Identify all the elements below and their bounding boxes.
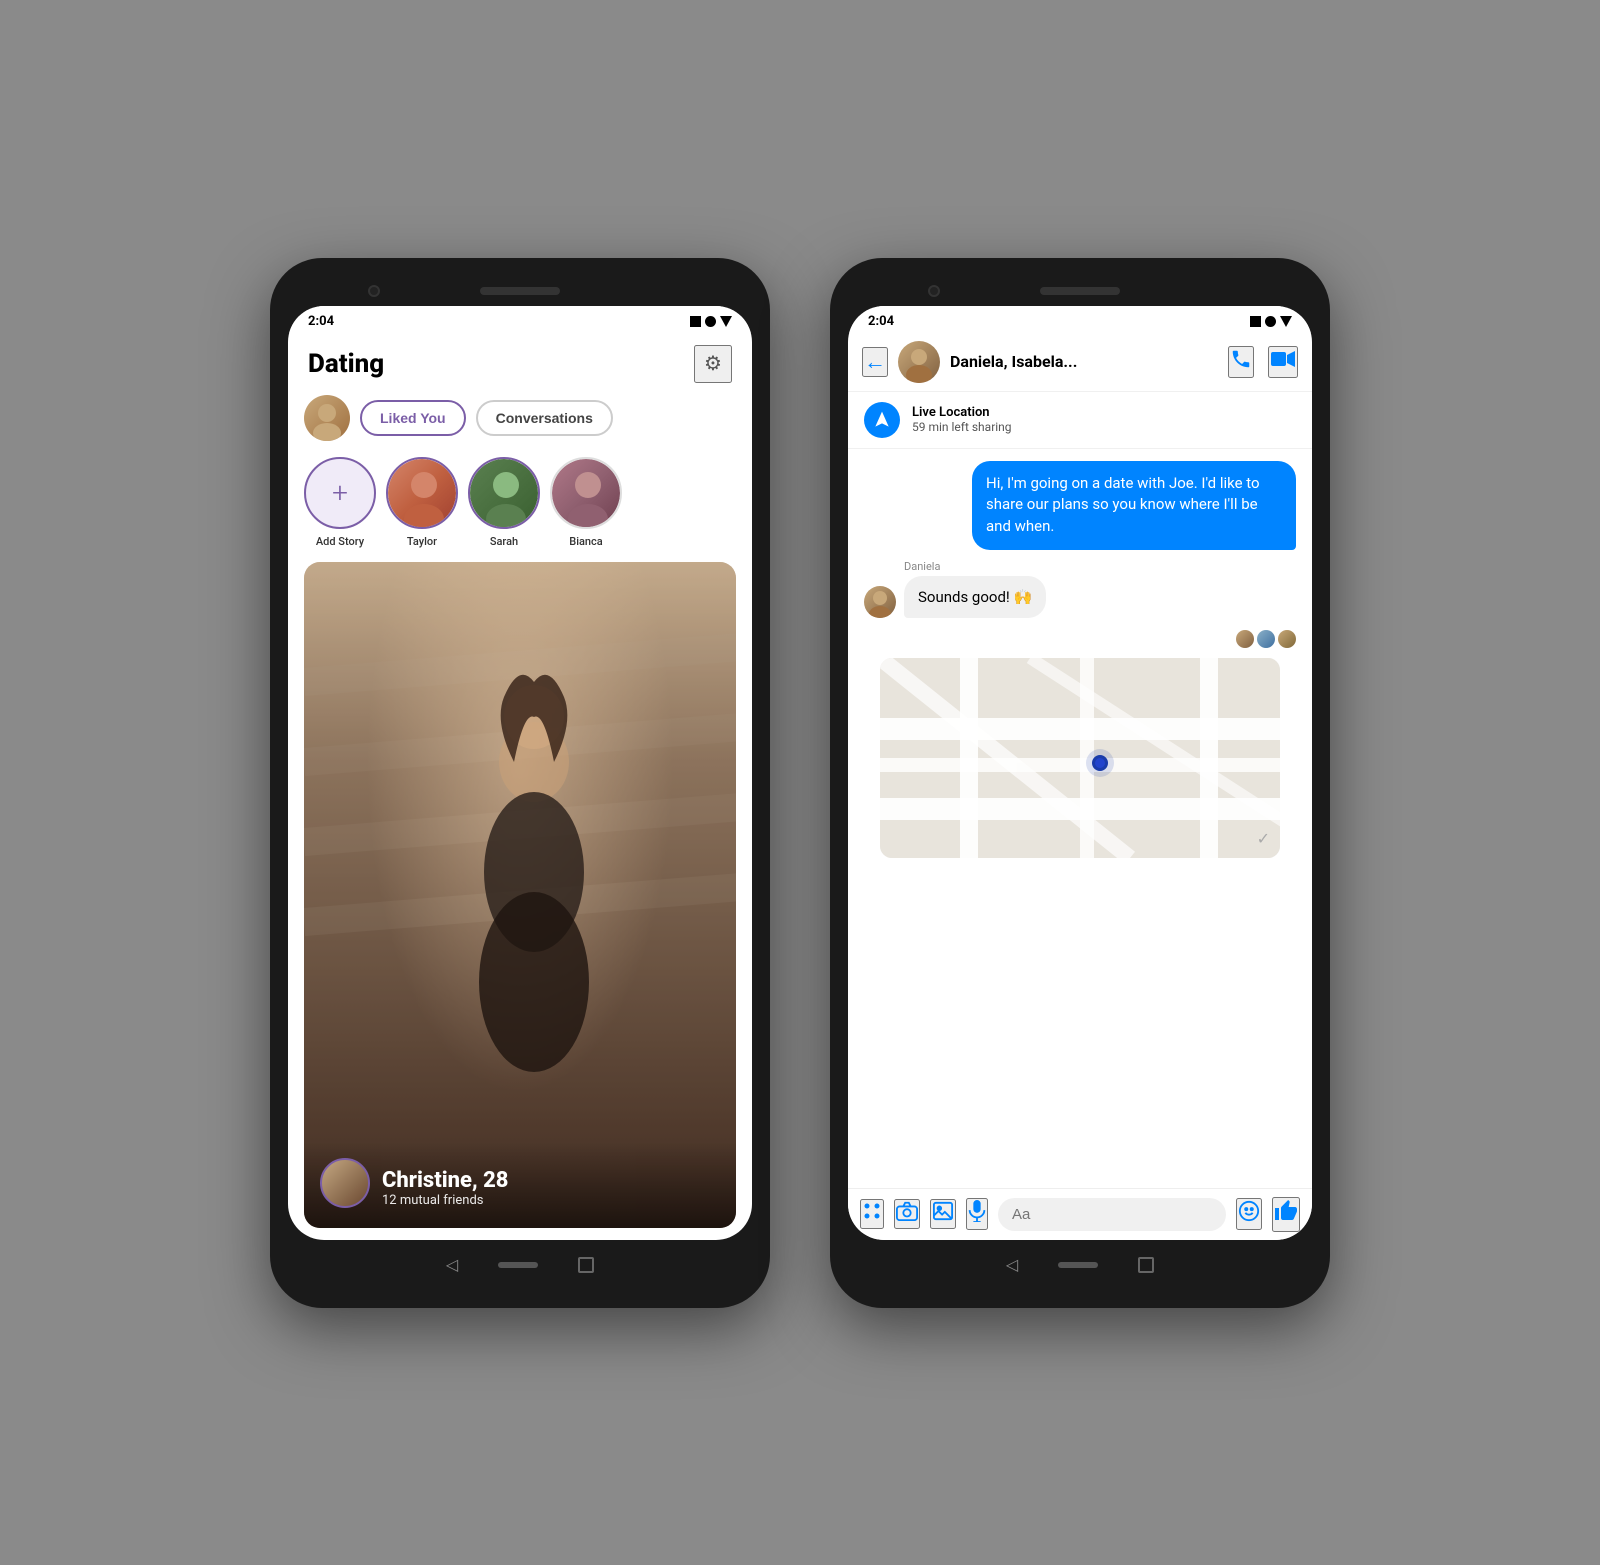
daniela-avatar — [864, 586, 896, 618]
video-call-button[interactable] — [1268, 346, 1298, 378]
bianca-photo — [552, 459, 620, 527]
user-avatar-small — [304, 395, 350, 441]
dating-screen: 2:04 Dating ⚙ Liked You Conversations — [288, 306, 752, 1240]
stories-row: + Add Story Taylor — [288, 453, 752, 562]
sarah-label: Sarah — [490, 535, 518, 548]
incoming-bubble: Sounds good! 🙌 — [904, 576, 1046, 618]
spacer — [288, 1228, 752, 1240]
header-actions — [1228, 346, 1298, 378]
right-phone-bottom-bar: ◁ — [848, 1240, 1312, 1290]
location-subtitle: 59 min left sharing — [912, 420, 1012, 434]
emoji-button[interactable] — [1236, 1198, 1262, 1230]
right-front-camera — [928, 285, 940, 297]
apps-button[interactable] — [860, 1199, 884, 1229]
sarah-photo — [470, 459, 538, 527]
live-location-bar[interactable]: Live Location 59 min left sharing — [848, 392, 1312, 449]
bianca-label: Bianca — [569, 535, 602, 548]
outgoing-message: Hi, I'm going on a date with Joe. I'd li… — [972, 461, 1296, 550]
right-wifi-icon — [1280, 316, 1292, 327]
left-phone: 2:04 Dating ⚙ Liked You Conversations — [270, 258, 770, 1308]
recents-button[interactable] — [578, 1257, 594, 1273]
signal-icon — [705, 316, 716, 327]
chat-name: Daniela, Isabela... — [950, 352, 1218, 371]
map-container[interactable]: ✓ — [880, 658, 1280, 858]
right-home-button[interactable] — [1058, 1262, 1098, 1268]
settings-button[interactable]: ⚙ — [694, 345, 732, 383]
camera-input-button[interactable] — [894, 1199, 920, 1229]
image-button[interactable] — [930, 1199, 956, 1229]
profile-info-overlay: Christine, 28 12 mutual friends — [304, 1142, 736, 1228]
front-camera — [368, 285, 380, 297]
message-input-bar — [848, 1188, 1312, 1240]
status-time: 2:04 — [308, 314, 334, 329]
plus-icon: + — [332, 479, 348, 507]
phone-bottom-bar: ◁ — [288, 1240, 752, 1290]
messages-area: Hi, I'm going on a date with Joe. I'd li… — [848, 449, 1312, 1188]
map-check-icon: ✓ — [1257, 829, 1270, 848]
sarah-avatar — [468, 457, 540, 529]
seen-avatars — [864, 630, 1296, 648]
app-title: Dating — [308, 349, 384, 379]
conversations-tab[interactable]: Conversations — [476, 400, 613, 436]
profile-text: Christine, 28 12 mutual friends — [382, 1168, 509, 1208]
messenger-screen: 2:04 ← Daniela, Isabela... — [848, 306, 1312, 1240]
status-icons — [690, 316, 732, 327]
right-signal-icon — [1265, 316, 1276, 327]
right-phone: 2:04 ← Daniela, Isabela... — [830, 258, 1330, 1308]
location-icon — [864, 402, 900, 438]
call-button[interactable] — [1228, 346, 1254, 378]
story-sarah[interactable]: Sarah — [468, 457, 540, 548]
taylor-avatar — [386, 457, 458, 529]
seen-avatar-2 — [1257, 630, 1275, 648]
right-phone-top-bar — [848, 276, 1312, 306]
battery-icon — [690, 316, 701, 327]
wifi-icon — [720, 316, 732, 327]
right-battery-icon — [1250, 316, 1261, 327]
liked-you-tab[interactable]: Liked You — [360, 400, 466, 436]
right-back-button[interactable]: ◁ — [1006, 1255, 1018, 1274]
story-bianca[interactable]: Bianca — [550, 457, 622, 548]
add-story-item[interactable]: + Add Story — [304, 457, 376, 548]
location-text: Live Location 59 min left sharing — [912, 405, 1012, 434]
message-text-input[interactable] — [998, 1198, 1226, 1231]
right-status-icons — [1250, 316, 1292, 327]
add-story-avatar: + — [304, 457, 376, 529]
dating-header: Dating ⚙ — [288, 333, 752, 391]
phone-top-bar — [288, 276, 752, 306]
right-status-bar: 2:04 — [848, 306, 1312, 333]
taylor-label: Taylor — [407, 535, 437, 548]
taylor-photo — [388, 459, 456, 527]
like-button[interactable] — [1272, 1197, 1300, 1232]
location-title: Live Location — [912, 405, 1012, 420]
christine-avatar — [320, 1158, 370, 1208]
add-story-label: Add Story — [316, 535, 364, 548]
home-button[interactable] — [498, 1262, 538, 1268]
right-recents-button[interactable] — [1138, 1257, 1154, 1273]
dating-tabs-row: Liked You Conversations — [288, 391, 752, 453]
incoming-bubble-wrap: Sounds good! 🙌 — [864, 576, 1296, 618]
profile-photo — [304, 562, 736, 1228]
seen-avatar-1 — [1236, 630, 1254, 648]
back-button[interactable]: ◁ — [446, 1255, 458, 1274]
sender-name: Daniela — [904, 560, 1296, 573]
incoming-message-section: Daniela Sounds good! 🙌 — [864, 560, 1296, 618]
back-arrow-button[interactable]: ← — [862, 347, 888, 377]
messenger-header: ← Daniela, Isabela... — [848, 333, 1312, 392]
profile-name: Christine, 28 — [382, 1168, 509, 1193]
seen-avatar-3 — [1278, 630, 1296, 648]
story-taylor[interactable]: Taylor — [386, 457, 458, 548]
status-bar: 2:04 — [288, 306, 752, 333]
bianca-avatar — [550, 457, 622, 529]
profile-mutual: 12 mutual friends — [382, 1193, 509, 1208]
chat-avatar — [898, 341, 940, 383]
profile-card[interactable]: Christine, 28 12 mutual friends — [304, 562, 736, 1228]
right-status-time: 2:04 — [868, 314, 894, 329]
microphone-button[interactable] — [966, 1198, 988, 1230]
right-speaker — [1040, 287, 1120, 295]
speaker — [480, 287, 560, 295]
